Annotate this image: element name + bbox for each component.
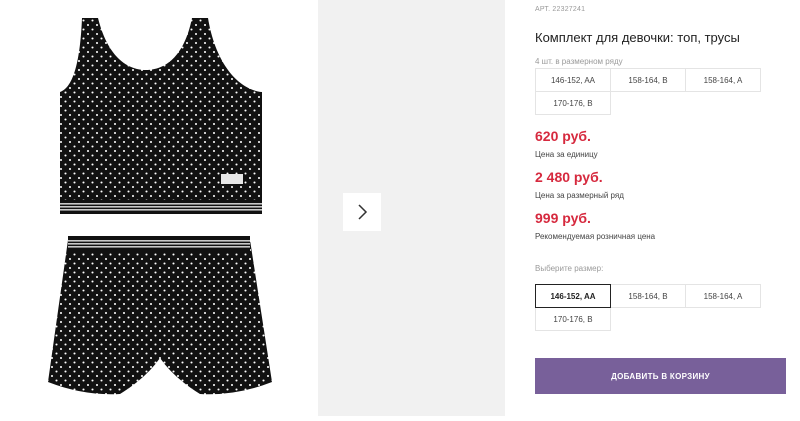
product-title: Комплект для девочки: топ, трусы — [535, 30, 740, 45]
chevron-right-icon — [358, 204, 368, 220]
sizes-in-pack-note: 4 шт. в размерном ряду — [535, 57, 623, 66]
product-gallery — [0, 0, 505, 416]
pack-sizes-grid: 146-152, AA 158-164, B 158-164, A 170-17… — [535, 68, 765, 115]
size-option-selected[interactable]: 146-152, AA — [535, 284, 611, 308]
size-option[interactable]: 170-176, B — [535, 307, 611, 331]
size-option[interactable]: 158-164, A — [685, 284, 761, 308]
retail-price: 999 руб. — [535, 210, 591, 226]
pack-size-cell: 170-176, B — [535, 91, 611, 115]
unit-price: 620 руб. — [535, 128, 591, 144]
unit-price-label: Цена за единицу — [535, 150, 598, 159]
product-image — [48, 18, 272, 395]
product-photo[interactable] — [0, 0, 318, 416]
add-to-cart-button[interactable]: ДОБАВИТЬ В КОРЗИНУ — [535, 358, 786, 394]
size-option[interactable]: 158-164, B — [610, 284, 686, 308]
next-photo-button[interactable] — [343, 193, 381, 231]
pack-price-label: Цена за размерный ряд — [535, 191, 624, 200]
pack-size-cell: 158-164, A — [685, 68, 761, 92]
pack-price: 2 480 руб. — [535, 169, 603, 185]
pack-size-cell: 158-164, B — [610, 68, 686, 92]
choose-size-label: Выберите размер: — [535, 264, 604, 273]
article-number: АРТ. 22327241 — [535, 6, 586, 13]
size-selector: 146-152, AA 158-164, B 158-164, A 170-17… — [535, 284, 765, 331]
retail-price-label: Рекомендуемая розничная цена — [535, 232, 656, 241]
pack-size-cell: 146-152, AA — [535, 68, 611, 92]
